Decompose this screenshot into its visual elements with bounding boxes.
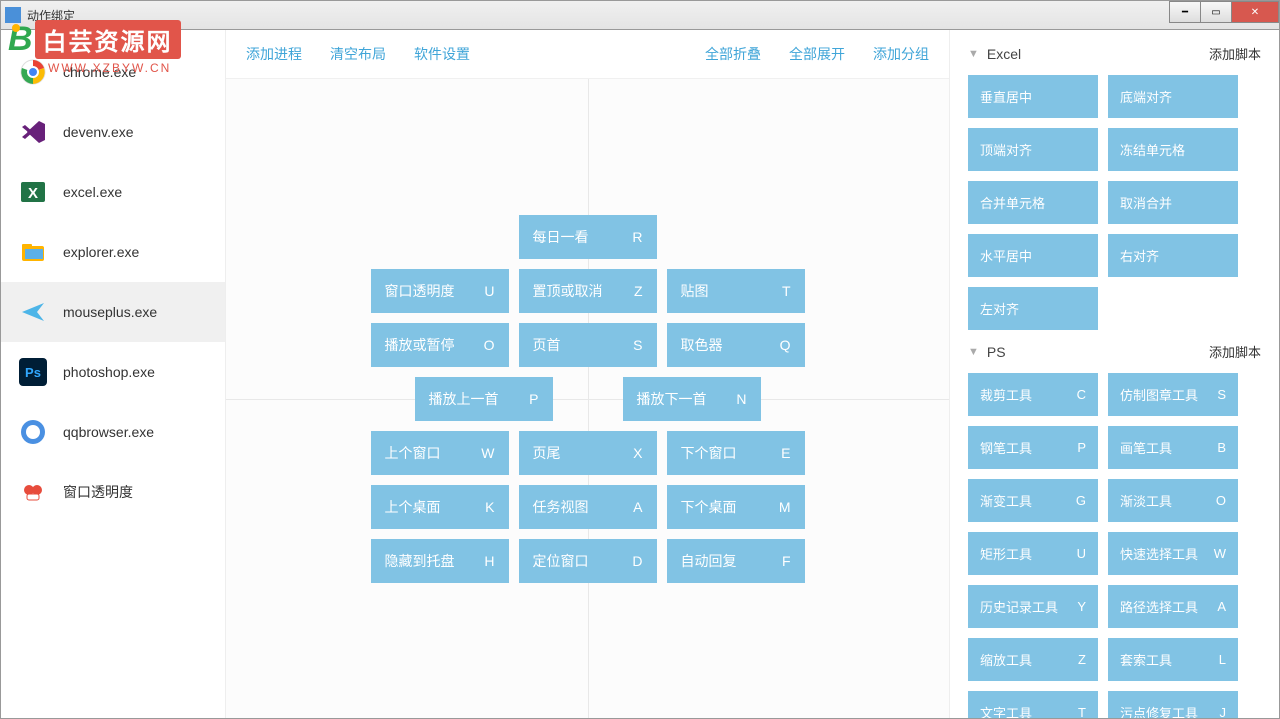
excel-btn-6[interactable]: 水平居中: [968, 234, 1098, 277]
ps-icon: Ps: [19, 358, 47, 386]
menu-settings[interactable]: 软件设置: [414, 44, 470, 64]
tile-auto-reply[interactable]: 自动回复F: [667, 539, 805, 583]
sidebar-item-label: explorer.exe: [63, 244, 139, 260]
sidebar-item-explorer[interactable]: explorer.exe: [1, 222, 225, 282]
ps-btn-0[interactable]: 裁剪工具C: [968, 373, 1098, 416]
ps-btn-5[interactable]: 渐淡工具O: [1108, 479, 1238, 522]
ps-btn-8[interactable]: 历史记录工具Y: [968, 585, 1098, 628]
chevron-down-icon: ▼: [968, 48, 979, 60]
chevron-down-icon: ▼: [968, 346, 979, 358]
tile-pagebottom[interactable]: 页尾X: [519, 431, 657, 475]
excel-btn-3[interactable]: 冻结单元格: [1108, 128, 1238, 171]
tile-next-desktop[interactable]: 下个桌面M: [667, 485, 805, 529]
excel-btn-8[interactable]: 左对齐: [968, 287, 1098, 330]
ps-btn-10[interactable]: 缩放工具Z: [968, 638, 1098, 681]
menu-add-group[interactable]: 添加分组: [873, 44, 929, 64]
excel-btn-7[interactable]: 右对齐: [1108, 234, 1238, 277]
title-bar: 动作绑定 ━ ▭ ✕: [0, 0, 1280, 30]
chrome-icon: [19, 58, 47, 86]
tile-colorpick[interactable]: 取色器Q: [667, 323, 805, 367]
ps-btn-6[interactable]: 矩形工具U: [968, 532, 1098, 575]
section-excel-header[interactable]: ▼ Excel 添加脚本: [964, 36, 1265, 71]
sidebar-item-photoshop[interactable]: Ps photoshop.exe: [1, 342, 225, 402]
sidebar-item-chrome[interactable]: chrome.exe: [1, 42, 225, 102]
sidebar-item-mouseplus[interactable]: mouseplus.exe: [1, 282, 225, 342]
app-icon: [5, 7, 21, 23]
vs-icon: [19, 118, 47, 146]
ps-buttons: 裁剪工具C仿制图章工具S钢笔工具P画笔工具B渐变工具G渐淡工具O矩形工具U快速选…: [964, 369, 1265, 718]
tile-opacity[interactable]: 窗口透明度U: [371, 269, 509, 313]
mouseplus-icon: [19, 298, 47, 326]
ps-btn-9[interactable]: 路径选择工具A: [1108, 585, 1238, 628]
excel-btn-4[interactable]: 合并单元格: [968, 181, 1098, 224]
main-area: 添加进程 清空布局 软件设置 全部折叠 全部展开 添加分组 每日一看R 窗口透明…: [226, 30, 949, 718]
sidebar-item-label: devenv.exe: [63, 124, 134, 140]
ps-btn-1[interactable]: 仿制图章工具S: [1108, 373, 1238, 416]
svg-text:Ps: Ps: [25, 365, 41, 380]
sidebar-item-label: photoshop.exe: [63, 364, 155, 380]
excel-btn-2[interactable]: 顶端对齐: [968, 128, 1098, 171]
tile-prev-desktop[interactable]: 上个桌面K: [371, 485, 509, 529]
excel-buttons: 垂直居中底端对齐顶端对齐冻结单元格合并单元格取消合并水平居中右对齐左对齐: [964, 71, 1265, 334]
tile-next-track[interactable]: 播放下一首N: [623, 377, 761, 421]
menu-add-process[interactable]: 添加进程: [246, 44, 302, 64]
top-menu: 添加进程 清空布局 软件设置 全部折叠 全部展开 添加分组: [226, 30, 949, 79]
maximize-button[interactable]: ▭: [1200, 1, 1232, 23]
transparency-icon: [19, 478, 47, 506]
tile-task-view[interactable]: 任务视图A: [519, 485, 657, 529]
tile-pin[interactable]: 置顶或取消Z: [519, 269, 657, 313]
sidebar: chrome.exe devenv.exe X excel.exe explor…: [1, 30, 226, 718]
tile-snip[interactable]: 贴图T: [667, 269, 805, 313]
gesture-grid: 每日一看R 窗口透明度U 置顶或取消Z 贴图T 播放或暂停O 页首S 取色器Q …: [226, 79, 949, 718]
add-script-button[interactable]: 添加脚本: [1209, 342, 1261, 361]
sidebar-item-devenv[interactable]: devenv.exe: [1, 102, 225, 162]
ps-btn-12[interactable]: 文字工具T: [968, 691, 1098, 718]
right-panel: ▼ Excel 添加脚本 垂直居中底端对齐顶端对齐冻结单元格合并单元格取消合并水…: [949, 30, 1279, 718]
minimize-button[interactable]: ━: [1169, 1, 1201, 23]
ps-btn-13[interactable]: 污点修复工具J: [1108, 691, 1238, 718]
add-script-button[interactable]: 添加脚本: [1209, 44, 1261, 63]
explorer-icon: [19, 238, 47, 266]
window-controls: ━ ▭ ✕: [1170, 1, 1279, 23]
menu-expand-all[interactable]: 全部展开: [789, 44, 845, 64]
tile-prev-track[interactable]: 播放上一首P: [415, 377, 553, 421]
tile-locate-win[interactable]: 定位窗口D: [519, 539, 657, 583]
tile-next-win[interactable]: 下个窗口E: [667, 431, 805, 475]
excel-btn-0[interactable]: 垂直居中: [968, 75, 1098, 118]
qq-icon: [19, 418, 47, 446]
sidebar-item-qqbrowser[interactable]: qqbrowser.exe: [1, 402, 225, 462]
section-title: PS: [987, 344, 1006, 360]
tile-prev-win[interactable]: 上个窗口W: [371, 431, 509, 475]
sidebar-item-label: chrome.exe: [63, 64, 136, 80]
tile-hide-tray[interactable]: 隐藏到托盘H: [371, 539, 509, 583]
close-button[interactable]: ✕: [1231, 1, 1279, 23]
sidebar-item-excel[interactable]: X excel.exe: [1, 162, 225, 222]
ps-btn-7[interactable]: 快速选择工具W: [1108, 532, 1238, 575]
ps-btn-11[interactable]: 套索工具L: [1108, 638, 1238, 681]
sidebar-item-label: 窗口透明度: [63, 482, 133, 502]
excel-btn-5[interactable]: 取消合并: [1108, 181, 1238, 224]
menu-collapse-all[interactable]: 全部折叠: [705, 44, 761, 64]
excel-btn-1[interactable]: 底端对齐: [1108, 75, 1238, 118]
app-body: chrome.exe devenv.exe X excel.exe explor…: [0, 30, 1280, 719]
section-ps-header[interactable]: ▼ PS 添加脚本: [964, 334, 1265, 369]
tiles-container: 每日一看R 窗口透明度U 置顶或取消Z 贴图T 播放或暂停O 页首S 取色器Q …: [226, 79, 949, 718]
ps-btn-3[interactable]: 画笔工具B: [1108, 426, 1238, 469]
sidebar-item-label: excel.exe: [63, 184, 122, 200]
sidebar-item-label: qqbrowser.exe: [63, 424, 154, 440]
tile-daily-view[interactable]: 每日一看R: [519, 215, 657, 259]
ps-btn-2[interactable]: 钢笔工具P: [968, 426, 1098, 469]
ps-btn-4[interactable]: 渐变工具G: [968, 479, 1098, 522]
section-title: Excel: [987, 46, 1021, 62]
tile-pagetop[interactable]: 页首S: [519, 323, 657, 367]
tile-playpause[interactable]: 播放或暂停O: [371, 323, 509, 367]
sidebar-item-label: mouseplus.exe: [63, 304, 157, 320]
sidebar-item-transparency[interactable]: 窗口透明度: [1, 462, 225, 522]
excel-icon: X: [19, 178, 47, 206]
svg-text:X: X: [28, 185, 38, 202]
menu-clear-layout[interactable]: 清空布局: [330, 44, 386, 64]
window-title: 动作绑定: [27, 7, 75, 24]
